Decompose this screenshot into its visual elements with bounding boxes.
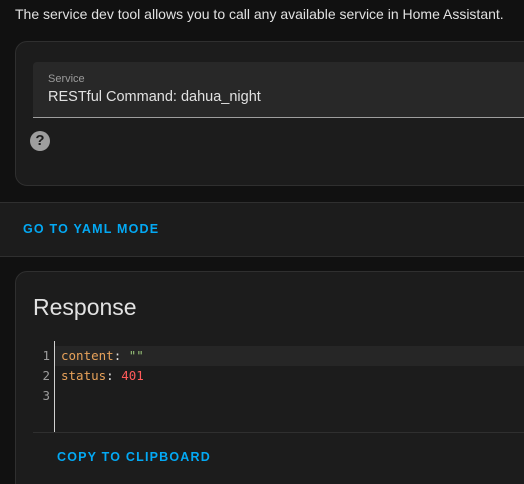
developer-tools-services-page: The service dev tool allows you to call … bbox=[0, 0, 524, 484]
response-actions: COPY TO CLIPBOARD bbox=[33, 432, 524, 483]
yaml-key: content bbox=[61, 348, 114, 363]
help-circle-icon[interactable]: ? bbox=[30, 131, 50, 151]
code-line: status: 401 bbox=[55, 366, 524, 386]
line-number: 1 bbox=[42, 348, 50, 363]
yaml-mode-bar: GO TO YAML MODE bbox=[0, 202, 524, 257]
line-number: 2 bbox=[42, 368, 50, 383]
code-line: content: "" bbox=[55, 346, 524, 366]
yaml-separator: : bbox=[113, 348, 129, 363]
intro-text: The service dev tool allows you to call … bbox=[15, 6, 504, 22]
copy-to-clipboard-button[interactable]: COPY TO CLIPBOARD bbox=[57, 450, 211, 464]
response-card: Response 1 2 3 content: "" status: 401 C… bbox=[15, 271, 524, 484]
response-code-editor[interactable]: 1 2 3 content: "" status: 401 bbox=[33, 341, 524, 432]
yaml-value-string: "" bbox=[128, 348, 144, 363]
service-card: Service RESTful Command: dahua_night ? bbox=[15, 41, 524, 186]
service-field-label: Service bbox=[48, 73, 85, 85]
response-title: Response bbox=[33, 294, 137, 320]
go-to-yaml-mode-button[interactable]: GO TO YAML MODE bbox=[23, 222, 159, 236]
yaml-value-number: 401 bbox=[121, 368, 144, 383]
service-field-value[interactable]: RESTful Command: dahua_night bbox=[48, 89, 261, 105]
line-number-gutter: 1 2 3 bbox=[33, 341, 55, 432]
line-number: 3 bbox=[42, 388, 50, 403]
yaml-separator: : bbox=[106, 368, 122, 383]
yaml-key: status bbox=[61, 368, 107, 383]
service-select-field[interactable]: Service RESTful Command: dahua_night bbox=[33, 62, 524, 118]
